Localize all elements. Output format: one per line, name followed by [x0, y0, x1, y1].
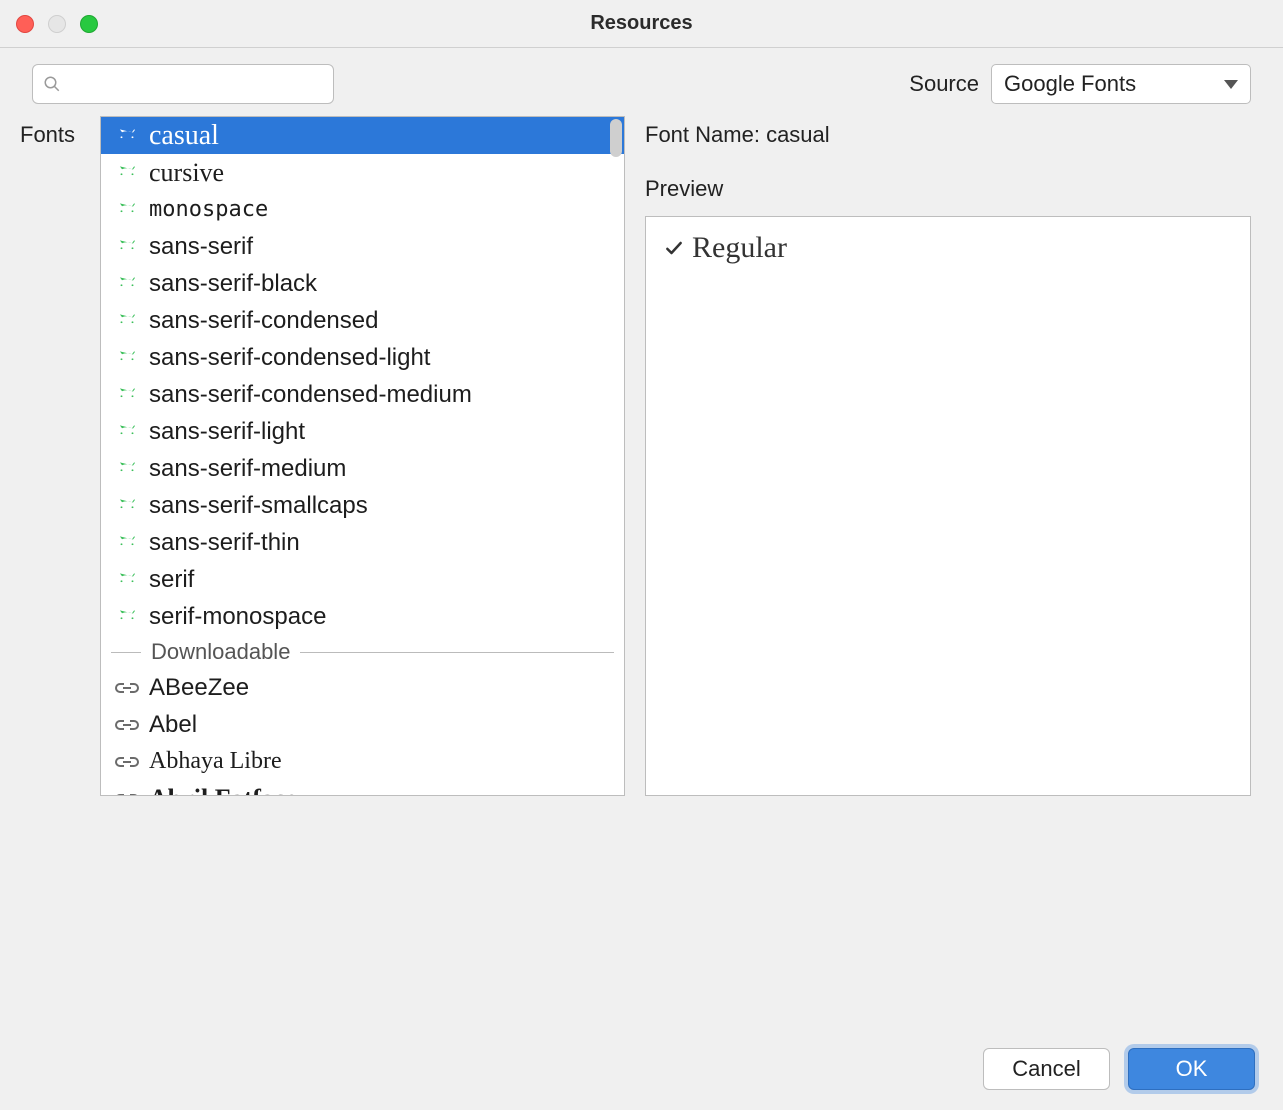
preview-label: Preview [645, 176, 1251, 202]
font-item[interactable]: sans-serif-black [101, 265, 624, 302]
font-item[interactable]: sans-serif-medium [101, 450, 624, 487]
font-item-label: sans-serif-condensed [149, 307, 378, 335]
font-name-value: casual [766, 122, 830, 147]
maximize-window-button[interactable] [80, 15, 98, 33]
font-name-label: Font Name: [645, 122, 760, 147]
font-item-label: Abhaya Libre [149, 748, 282, 775]
close-window-button[interactable] [16, 15, 34, 33]
font-item-label: monospace [149, 197, 268, 222]
font-item-label: sans-serif [149, 233, 253, 261]
font-item-label: Abril Fatface [149, 784, 297, 796]
font-item-label: serif [149, 566, 194, 594]
font-item[interactable]: Abel [101, 706, 624, 743]
window-title: Resources [0, 12, 1283, 35]
font-item-label: cursive [149, 158, 224, 188]
cancel-button-label: Cancel [1012, 1056, 1080, 1082]
font-list[interactable]: casual cursive monospace sans-serif sans-ser… [101, 117, 624, 795]
ok-button[interactable]: OK [1128, 1048, 1255, 1090]
source-label: Source [909, 71, 979, 97]
scrollbar-thumb[interactable] [610, 119, 622, 157]
search-field-wrap [32, 64, 334, 104]
font-item[interactable]: serif-monospace [101, 598, 624, 635]
link-icon [115, 717, 139, 733]
android-icon [115, 423, 139, 441]
font-item[interactable]: cursive [101, 154, 624, 191]
android-icon [115, 497, 139, 515]
android-icon [115, 460, 139, 478]
source-dropdown-value: Google Fonts [1004, 71, 1136, 97]
font-item-label: sans-serif-condensed-medium [149, 381, 472, 409]
android-icon [115, 238, 139, 256]
fonts-section-label: Fonts [20, 116, 82, 796]
toolbar: Source Google Fonts [0, 48, 1283, 116]
dialog-footer: Cancel OK [983, 1048, 1255, 1090]
font-item[interactable]: sans-serif-thin [101, 524, 624, 561]
font-list-panel: casual cursive monospace sans-serif sans-ser… [100, 116, 625, 796]
android-icon [115, 201, 139, 219]
font-item-label: serif-monospace [149, 603, 326, 631]
search-icon [43, 75, 61, 93]
font-item-label: sans-serif-condensed-light [149, 344, 430, 372]
android-icon [115, 275, 139, 293]
font-item[interactable]: monospace [101, 191, 624, 228]
font-item[interactable]: Abhaya Libre [101, 743, 624, 780]
chevron-down-icon [1224, 80, 1238, 89]
traffic-lights [16, 15, 98, 33]
font-item[interactable]: serif [101, 561, 624, 598]
font-item-label: sans-serif-light [149, 418, 305, 446]
link-icon [115, 791, 139, 796]
font-item-label: Abel [149, 711, 197, 739]
android-icon [115, 608, 139, 626]
android-icon [115, 164, 139, 182]
font-item-label: sans-serif-smallcaps [149, 492, 368, 520]
android-icon [115, 534, 139, 552]
link-icon [115, 754, 139, 770]
android-icon [115, 571, 139, 589]
font-item[interactable]: casual [101, 117, 624, 154]
font-item[interactable]: sans-serif-condensed [101, 302, 624, 339]
detail-panel: Font Name: casual Preview Regular [645, 116, 1251, 796]
font-item[interactable]: sans-serif-smallcaps [101, 487, 624, 524]
search-input[interactable] [69, 73, 334, 96]
android-icon [115, 386, 139, 404]
divider-label: Downloadable [151, 639, 290, 665]
font-name-row: Font Name: casual [645, 116, 1251, 148]
minimize-window-button[interactable] [48, 15, 66, 33]
font-item[interactable]: ABeeZee [101, 669, 624, 706]
font-item[interactable]: sans-serif-light [101, 413, 624, 450]
font-item[interactable]: Abril Fatface [101, 780, 624, 795]
font-item[interactable]: sans-serif-condensed-medium [101, 376, 624, 413]
link-icon [115, 680, 139, 696]
source-wrap: Source Google Fonts [909, 64, 1251, 104]
font-item[interactable]: sans-serif-condensed-light [101, 339, 624, 376]
font-item-label: sans-serif-medium [149, 455, 346, 483]
ok-button-label: OK [1176, 1056, 1208, 1082]
section-divider: Downloadable [101, 635, 624, 669]
font-item-label: ABeeZee [149, 674, 249, 702]
font-item-label: sans-serif-black [149, 270, 317, 298]
font-item[interactable]: sans-serif [101, 228, 624, 265]
preview-box: Regular [645, 216, 1251, 796]
preview-variant-row[interactable]: Regular [664, 231, 1232, 265]
check-icon [664, 238, 684, 258]
titlebar: Resources [0, 0, 1283, 48]
source-dropdown[interactable]: Google Fonts [991, 64, 1251, 104]
android-icon [115, 127, 139, 145]
cancel-button[interactable]: Cancel [983, 1048, 1110, 1090]
android-icon [115, 312, 139, 330]
font-item-label: sans-serif-thin [149, 529, 300, 557]
font-item-label: casual [149, 120, 219, 152]
preview-variant-label: Regular [692, 231, 787, 265]
android-icon [115, 349, 139, 367]
